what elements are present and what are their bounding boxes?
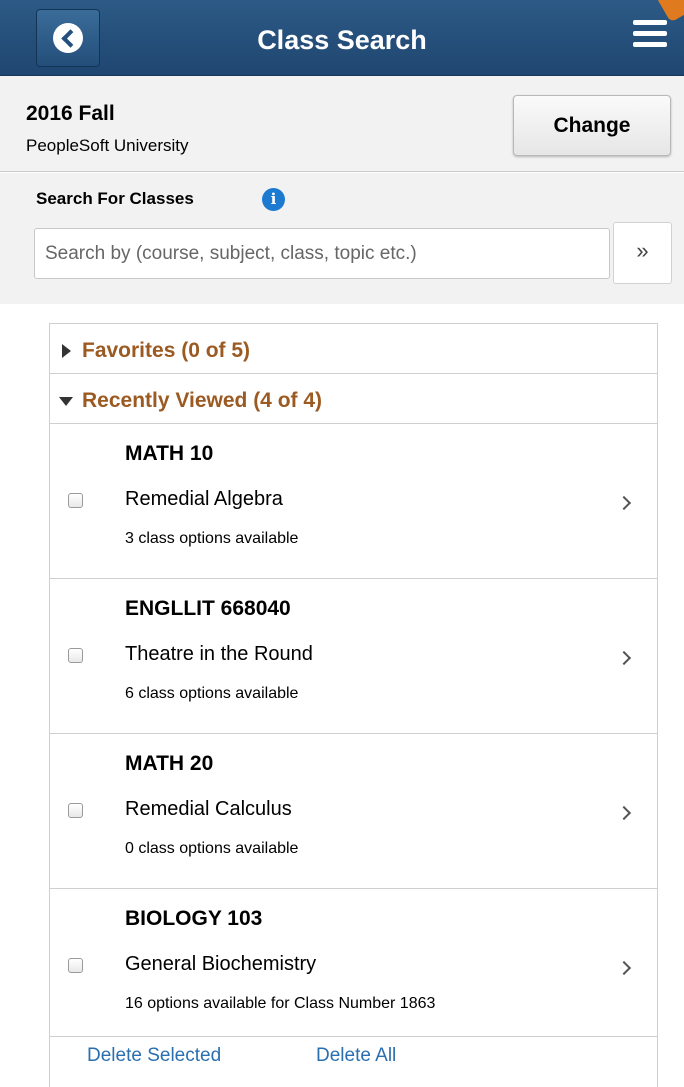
availability-text: 6 class options available [125, 685, 299, 702]
chevron-right-icon [616, 650, 632, 666]
course-title: Theatre in the Round [125, 643, 313, 665]
chevron-right-icon [616, 495, 632, 511]
course-title: Remedial Calculus [125, 798, 292, 820]
availability-text: 16 options available for Class Number 18… [125, 995, 436, 1012]
term-name: 2016 Fall [26, 102, 115, 125]
list-item[interactable]: MATH 10 Remedial Algebra 3 class options… [50, 424, 657, 579]
favorites-label: Favorites (0 of 5) [82, 339, 251, 362]
row-checkbox[interactable] [68, 648, 83, 663]
search-go-button[interactable]: » [613, 222, 672, 284]
list-item[interactable]: BIOLOGY 103 General Biochemistry 16 opti… [50, 889, 657, 1037]
row-checkbox[interactable] [68, 803, 83, 818]
hamburger-menu-icon[interactable] [633, 20, 667, 48]
list-item[interactable]: MATH 20 Remedial Calculus 0 class option… [50, 734, 657, 889]
course-title: Remedial Algebra [125, 488, 283, 510]
delete-all-link[interactable]: Delete All [316, 1045, 396, 1067]
collapsed-triangle-icon [62, 344, 71, 358]
chevron-right-icon [616, 960, 632, 976]
course-code: ENGLLIT 668040 [125, 597, 291, 620]
course-title: General Biochemistry [125, 953, 317, 975]
search-section: Search For Classes i » [0, 173, 684, 304]
course-code: MATH 10 [125, 442, 214, 465]
list-item[interactable]: ENGLLIT 668040 Theatre in the Round 6 cl… [50, 579, 657, 734]
chevron-right-icon [616, 805, 632, 821]
term-section: 2016 Fall PeopleSoft University Change [0, 76, 684, 172]
change-term-button[interactable]: Change [513, 95, 671, 156]
availability-text: 3 class options available [125, 530, 299, 547]
delete-selected-link[interactable]: Delete Selected [87, 1045, 221, 1067]
results-panel: Favorites (0 of 5) Recently Viewed (4 of… [49, 323, 658, 1087]
info-icon[interactable]: i [262, 188, 285, 211]
page-title: Class Search [257, 25, 427, 55]
list-actions: Delete Selected Delete All [50, 1037, 657, 1077]
search-input[interactable] [34, 228, 610, 279]
header-bar: Class Search [0, 0, 684, 76]
row-checkbox[interactable] [68, 493, 83, 508]
favorites-group-header[interactable]: Favorites (0 of 5) [50, 324, 657, 374]
recently-viewed-label: Recently Viewed (4 of 4) [82, 389, 323, 412]
institution-name: PeopleSoft University [26, 136, 189, 155]
search-label: Search For Classes [36, 189, 194, 208]
recently-viewed-group-header[interactable]: Recently Viewed (4 of 4) [50, 374, 657, 424]
course-code: BIOLOGY 103 [125, 907, 263, 930]
row-checkbox[interactable] [68, 958, 83, 973]
availability-text: 0 class options available [125, 840, 299, 857]
course-code: MATH 20 [125, 752, 214, 775]
expanded-triangle-icon [59, 397, 73, 406]
